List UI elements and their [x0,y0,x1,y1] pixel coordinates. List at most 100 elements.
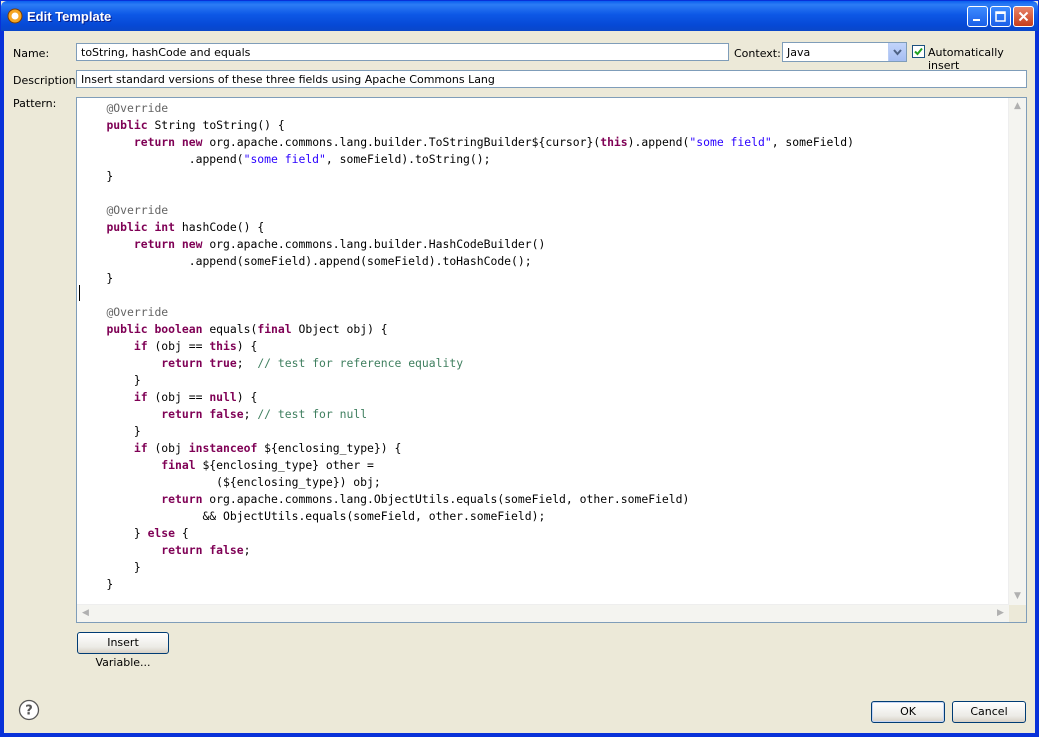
code-token: ${enclosing_type}) { [257,441,402,455]
pattern-code[interactable]: @Override public String toString() { ret… [79,100,1007,602]
check-icon [914,47,923,56]
close-button[interactable] [1013,6,1034,27]
scroll-up-icon[interactable]: ▲ [1010,99,1025,114]
code-line: .append(someField).append(someField).toH… [79,253,1007,270]
code-token: && ObjectUtils.equals(someField, other.s… [79,509,546,523]
code-token: return [161,492,203,506]
code-line: public int hashCode() { [79,219,1007,236]
code-line: return false; // test for null [79,406,1007,423]
code-token: Object obj) { [291,322,388,336]
code-token: return [133,135,176,149]
pattern-label: Pattern: [13,97,57,110]
code-token: } [79,577,114,591]
code-token: { [175,526,189,540]
cancel-button[interactable]: Cancel [952,701,1026,723]
code-token: ; [236,356,258,370]
context-combo[interactable]: Java [782,42,907,62]
code-token: final [161,458,196,472]
maximize-button[interactable] [990,6,1011,27]
ok-button[interactable]: OK [871,701,945,723]
code-token: (${enclosing_type}) obj; [79,475,381,489]
code-token: public [106,118,148,132]
context-label: Context: [734,47,781,60]
code-token: this [209,339,237,353]
code-token: } [79,169,114,183]
code-line: if (obj == this) { [79,338,1007,355]
name-field[interactable]: toString, hashCode and equals [76,43,729,61]
code-token: // test for reference equality [257,356,464,370]
code-token: , someField).toString(); [325,152,491,166]
code-token: null [209,390,237,404]
code-line: @Override [79,202,1007,219]
code-line: } [79,270,1007,287]
code-line: } [79,168,1007,185]
code-line: } else { [79,525,1007,542]
code-line: @Override [79,100,1007,117]
window-border-bottom [1,733,1038,736]
code-token: if [133,441,148,455]
code-token: @Override [106,305,169,319]
code-token: if [133,390,148,404]
auto-insert-checkbox[interactable] [912,45,925,58]
title-bar[interactable]: Edit Template [1,1,1038,31]
pattern-editor[interactable]: @Override public String toString() { ret… [76,97,1027,623]
code-token: hashCode() { [175,220,265,234]
code-token: if [133,339,148,353]
close-icon [1018,11,1029,22]
context-dropdown-button[interactable] [888,43,906,61]
code-token: @Override [106,203,169,217]
description-label: Description: [13,74,80,87]
code-token: (obj == [147,390,210,404]
scroll-left-icon[interactable]: ◀ [78,606,93,621]
description-field[interactable]: Insert standard versions of these three … [76,70,1027,88]
code-token: "some field" [243,152,326,166]
insert-variable-button[interactable]: Insert Variable... [77,632,169,669]
code-line: if (obj == null) { [79,389,1007,406]
code-line: @Override [79,304,1007,321]
code-token: ).append( [627,135,690,149]
code-line: final ${enclosing_type} other = [79,457,1007,474]
context-value: Java [787,46,811,59]
code-token: return [161,356,203,370]
scroll-right-icon[interactable]: ▶ [993,606,1008,621]
edit-template-dialog: Edit Template Name: toString, hashCode a… [0,0,1039,737]
code-line: } [79,559,1007,576]
code-line: return false; [79,542,1007,559]
code-token: .append(someField).append(someField).toH… [79,254,532,268]
text-cursor [79,285,80,301]
code-token: public [106,322,148,336]
minimize-icon [973,19,980,21]
code-line: public String toString() { [79,117,1007,134]
minimize-button[interactable] [967,6,988,27]
vertical-scrollbar[interactable]: ▲ ▼ [1008,98,1026,605]
code-token: this [600,135,628,149]
horizontal-scrollbar[interactable]: ◀ ▶ [77,604,1009,622]
code-line: .append("some field", someField).toStrin… [79,151,1007,168]
scroll-down-icon[interactable]: ▼ [1010,589,1025,604]
code-token: boolean [154,322,203,336]
auto-insert-label: Automatically insert [928,46,1004,72]
code-token: true [209,356,237,370]
maximize-icon [995,11,1006,22]
help-icon[interactable]: ? [18,699,40,721]
code-token: return [161,543,203,557]
code-token: ; [243,407,258,421]
code-token: } [79,560,141,574]
code-line: return new org.apache.commons.lang.build… [79,236,1007,253]
code-token: // test for null [257,407,368,421]
code-line: } [79,372,1007,389]
code-token: final [257,322,292,336]
